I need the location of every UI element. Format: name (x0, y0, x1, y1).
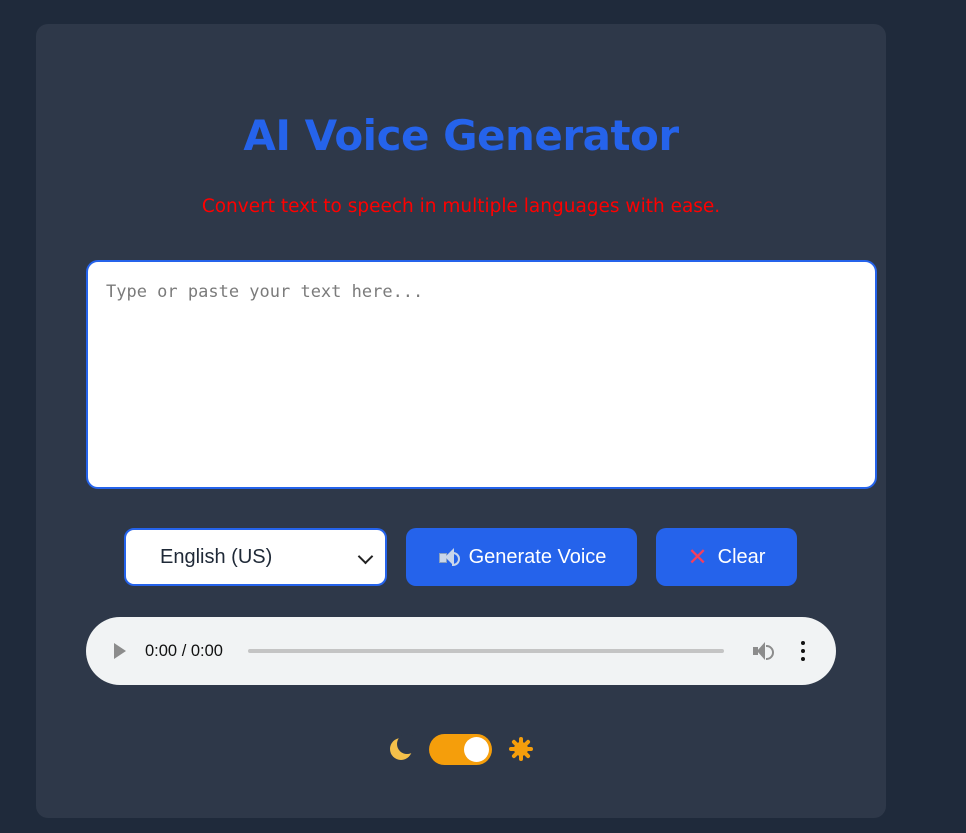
audio-time: 0:00 / 0:00 (145, 642, 223, 660)
page-title: AI Voice Generator (243, 111, 679, 160)
audio-progress-track[interactable] (248, 649, 724, 653)
more-options-icon[interactable] (800, 641, 806, 661)
toggle-knob (464, 737, 489, 762)
sun-icon (509, 737, 533, 761)
clear-label: Clear (717, 545, 766, 568)
generate-voice-button[interactable]: Generate Voice (406, 528, 637, 586)
clear-button[interactable]: ✕ Clear (656, 528, 797, 586)
close-icon: ✕ (687, 543, 708, 571)
language-select-value: English (US) (160, 545, 273, 568)
page-subtitle: Convert text to speech in multiple langu… (201, 196, 721, 217)
generate-voice-label: Generate Voice (468, 545, 607, 568)
play-icon[interactable] (114, 643, 126, 659)
language-select[interactable]: English (US) (124, 528, 387, 586)
volume-icon[interactable] (753, 641, 775, 661)
theme-toggle[interactable] (429, 734, 492, 765)
speaker-icon (437, 546, 460, 568)
text-input[interactable] (86, 260, 877, 489)
audio-player: 0:00 / 0:00 (86, 617, 836, 685)
moon-icon (388, 734, 417, 761)
chevron-down-icon (357, 548, 374, 565)
